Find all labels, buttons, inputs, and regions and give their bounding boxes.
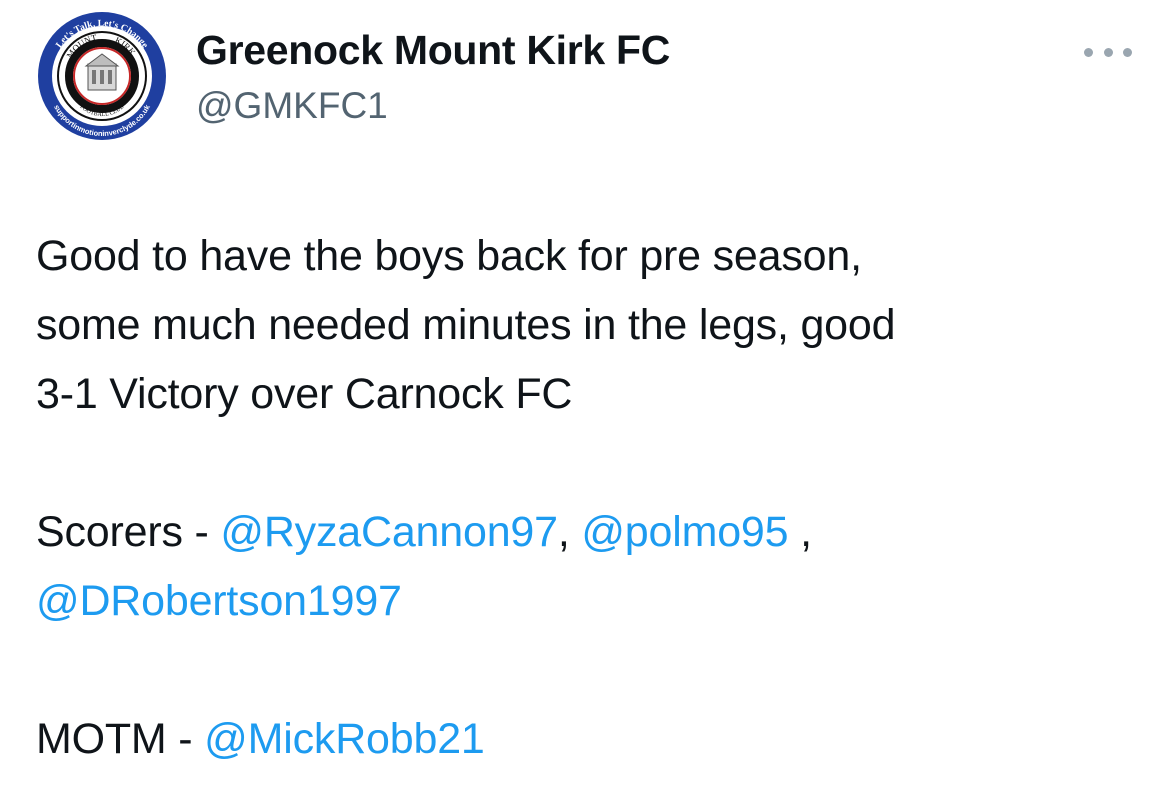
club-crest-logo: Let's Talk, Let's Change MOUNT KIRK FOOT…: [38, 12, 166, 140]
author-display-name[interactable]: Greenock Mount Kirk FC: [196, 26, 670, 74]
tweet-line-break: [36, 636, 1146, 705]
scorers-prefix: Scorers -: [36, 508, 221, 556]
mention-link[interactable]: @polmo95: [581, 508, 788, 556]
separator: ,: [788, 508, 812, 556]
scorers-line-2: @DRobertson1997: [36, 567, 1146, 636]
tweet-line-break: [36, 429, 1146, 498]
tweet-line: 3-1 Victory over Carnock FC: [36, 370, 573, 418]
mention-link[interactable]: @RyzaCannon97: [220, 508, 558, 556]
motm-prefix: MOTM -: [36, 715, 205, 763]
more-horizontal-icon-dot: [1103, 47, 1113, 57]
mention-link[interactable]: @DRobertson1997: [36, 577, 402, 625]
tweet-text: Good to have the boys back for pre seaso…: [36, 222, 1146, 774]
mention-link[interactable]: @MickRobb21: [204, 715, 485, 763]
more-options-button[interactable]: [1084, 38, 1132, 66]
tweet-card: Let's Talk, Let's Change MOUNT KIRK FOOT…: [0, 0, 1170, 785]
author-handle[interactable]: @GMKFC1: [196, 84, 670, 128]
tweet-author: Greenock Mount Kirk FC @GMKFC1: [196, 26, 670, 128]
motm-line: MOTM - @MickRobb21: [36, 705, 1146, 774]
tweet-line: some much needed minutes in the legs, go…: [36, 301, 896, 349]
more-horizontal-icon-dot: [1123, 47, 1132, 57]
separator: ,: [557, 508, 582, 556]
more-horizontal-icon: [1084, 47, 1093, 57]
scorers-line: Scorers - @RyzaCannon97, @polmo95 ,: [36, 498, 1146, 567]
tweet-line: Good to have the boys back for pre seaso…: [36, 232, 862, 280]
avatar[interactable]: Let's Talk, Let's Change MOUNT KIRK FOOT…: [34, 8, 170, 144]
